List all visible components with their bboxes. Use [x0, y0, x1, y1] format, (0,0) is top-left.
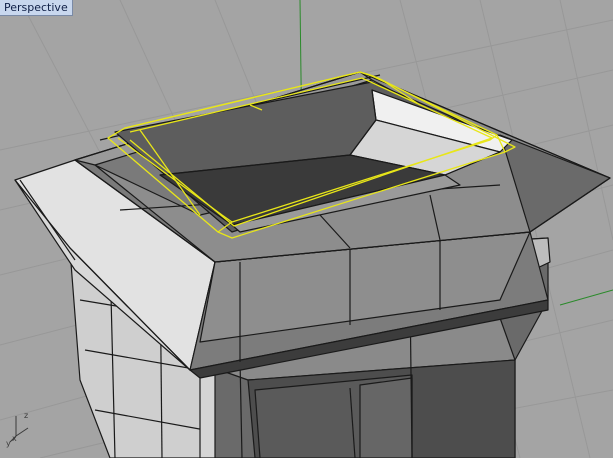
axis-indicator-widget: z y x	[6, 411, 29, 448]
axis-x-label: x	[12, 434, 17, 443]
axis-z-label: z	[24, 411, 28, 420]
world-x-axis	[559, 289, 613, 306]
perspective-viewport[interactable]: Perspective z y x	[0, 0, 613, 458]
axis-x-icon	[15, 427, 29, 437]
3d-model-scene[interactable]	[0, 0, 613, 458]
viewport-title-tab[interactable]: Perspective	[0, 0, 73, 16]
axis-y-label: y	[6, 439, 11, 448]
